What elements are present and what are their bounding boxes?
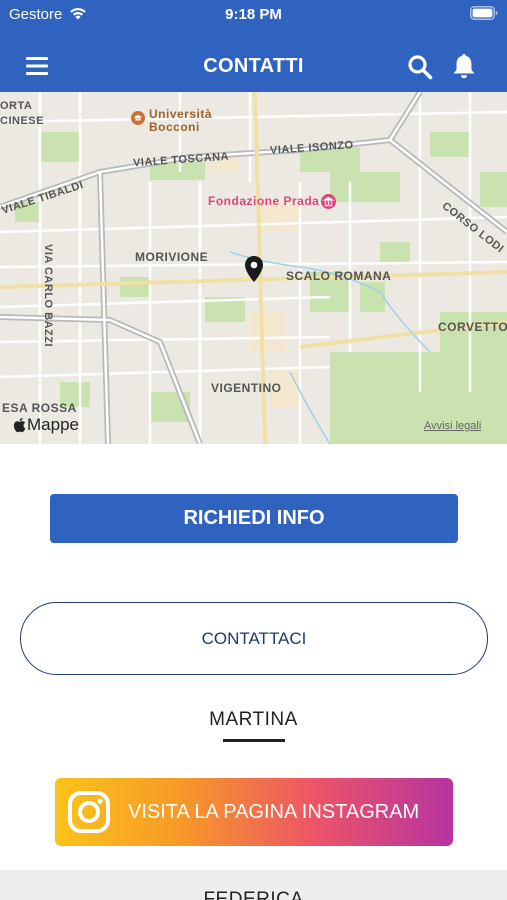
apple-logo-icon: [13, 417, 26, 433]
map-label-casa-rossa: ESA ROSSA: [2, 401, 77, 415]
bell-icon[interactable]: [451, 52, 477, 80]
location-map[interactable]: ORTA CINESE Università Bocconi VIALE TOS…: [0, 92, 507, 444]
university-poi-icon: [131, 111, 145, 125]
battery-icon: [470, 6, 498, 20]
map-label-porta: ORTA: [0, 100, 33, 112]
name-underline: [223, 739, 285, 742]
request-info-button[interactable]: RICHIEDI INFO: [50, 494, 458, 543]
instagram-page-button[interactable]: VISITA LA PAGINA INSTAGRAM: [55, 778, 453, 846]
status-bar: Gestore 9:18 PM: [0, 0, 507, 30]
museum-poi-icon: [321, 194, 336, 209]
maps-logo-text: Mappe: [27, 415, 79, 434]
map-label-corvetto: CORVETTO: [438, 320, 507, 334]
contact-name: MARTINA: [209, 709, 298, 730]
map-label-fondazione-prada: Fondazione Prada: [208, 194, 320, 208]
location-pin-icon[interactable]: [243, 255, 265, 283]
app-header: Gestore 9:18 PM CONTATTI: [0, 0, 507, 92]
map-label-bocconi: Bocconi: [149, 120, 200, 134]
instagram-icon: [68, 791, 110, 833]
map-label-scalo-romana: SCALO ROMANA: [286, 269, 392, 283]
status-time: 9:18 PM: [225, 6, 282, 23]
map-label-morivione: MORIVIONE: [135, 250, 209, 264]
map-label-cinese: CINESE: [0, 115, 44, 127]
next-contact-section: FEDERICA: [0, 870, 507, 900]
map-label-vigentino: VIGENTINO: [211, 381, 282, 395]
maps-logo: Mappe: [12, 415, 79, 435]
search-icon[interactable]: [407, 54, 433, 80]
contact-us-button[interactable]: CONTATTACI: [20, 602, 488, 675]
legal-notice-link[interactable]: Avvisi legali: [424, 420, 481, 432]
instagram-button-label: VISITA LA PAGINA INSTAGRAM: [128, 800, 420, 823]
map-label-universita: Università: [149, 107, 213, 121]
map-label-via-carlo-bazzi: VIA CARLO BAZZI: [42, 244, 54, 348]
contact-name: FEDERICA: [203, 889, 304, 900]
nav-bar: CONTATTI: [0, 40, 507, 92]
